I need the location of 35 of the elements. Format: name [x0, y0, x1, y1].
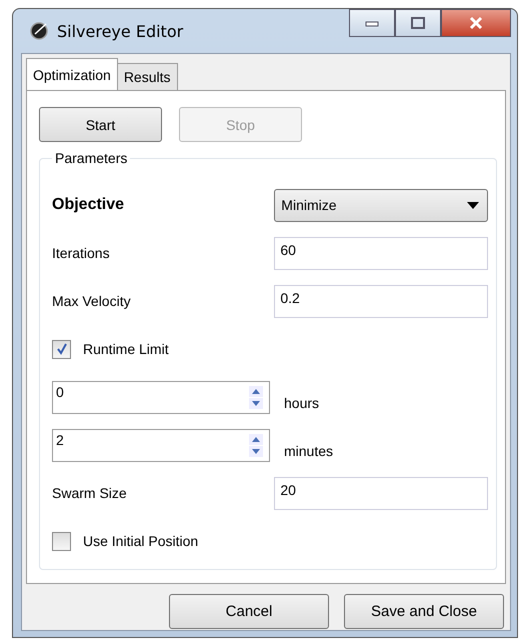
unit-label: hours — [284, 395, 320, 411]
footer-button[interactable]: Cancel — [169, 594, 329, 629]
maximize-button[interactable] — [395, 9, 441, 37]
number-spinner[interactable]: 0 — [52, 380, 270, 414]
maximize-icon — [411, 17, 425, 29]
field-label: Iterations — [52, 245, 111, 261]
spin-up-icon — [249, 434, 263, 444]
footer-button[interactable]: Save and Close — [344, 594, 504, 629]
field-label: Swarm Size — [52, 485, 128, 501]
window-title: Silvereye Editor — [57, 22, 184, 40]
input-field[interactable]: 60 — [274, 236, 488, 270]
checkbox-label: Runtime Limit — [83, 341, 169, 357]
run-button[interactable]: Start — [39, 107, 162, 142]
spin-down-icon — [249, 446, 263, 456]
checkbox[interactable] — [52, 340, 71, 358]
close-icon — [468, 16, 484, 30]
unit-label: minutes — [284, 443, 334, 459]
minimize-button[interactable] — [349, 9, 395, 37]
close-button[interactable] — [441, 9, 511, 37]
input-field[interactable]: 20 — [274, 476, 488, 510]
field-label: Max Velocity — [52, 293, 132, 309]
input-field[interactable]: 0.2 — [274, 284, 488, 318]
field-label: Objective — [52, 196, 126, 214]
tab[interactable]: Results — [116, 63, 178, 90]
objective-dropdown[interactable]: Minimize — [274, 188, 488, 222]
group-title: Parameters — [52, 150, 130, 166]
checkbox[interactable] — [52, 532, 71, 550]
spin-up-icon — [249, 386, 263, 396]
tab[interactable]: Optimization — [26, 58, 118, 90]
minimize-icon — [365, 19, 379, 27]
check-icon — [56, 343, 68, 355]
number-spinner[interactable]: 2 — [52, 428, 270, 462]
dropdown-arrow-icon — [467, 202, 479, 208]
spin-down-icon — [249, 398, 263, 408]
checkbox-label: Use Initial Position — [83, 533, 198, 549]
